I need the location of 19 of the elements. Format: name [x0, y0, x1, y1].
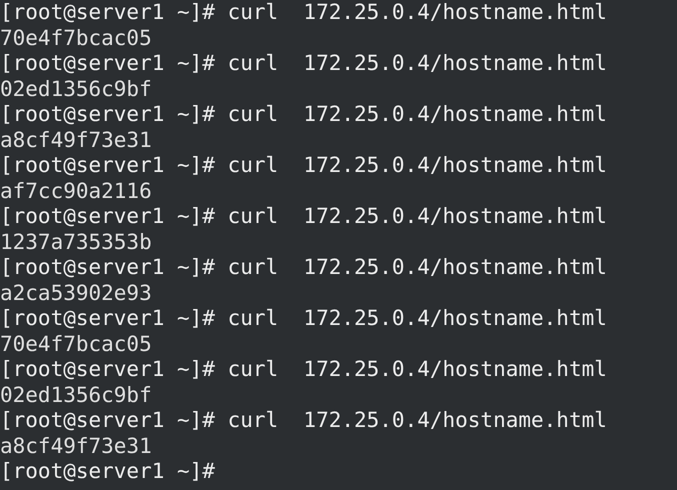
output-line: 02ed1356c9bf [0, 76, 152, 102]
command-line: [root@server1 ~]# curl 172.25.0.4/hostname.html [0, 306, 607, 332]
output-line: a8cf49f73e31 [0, 128, 152, 153]
output-line: af7cc90a2116 [0, 178, 152, 204]
command-line: [root@server1 ~]# curl 172.25.0.4/hostname.html [0, 0, 607, 26]
output-line: a8cf49f73e31 [0, 434, 152, 459]
output-line: 70e4f7bcac05 [0, 26, 152, 51]
command-line: [root@server1 ~]# curl 172.25.0.4/hostname.html [0, 51, 607, 76]
command-line: [root@server1 ~]# curl 172.25.0.4/hostname.html [0, 102, 607, 128]
command-line: [root@server1 ~]# [0, 459, 215, 484]
command-line: [root@server1 ~]# curl 172.25.0.4/hostname.html [0, 153, 607, 178]
output-line: 70e4f7bcac05 [0, 332, 152, 357]
output-line: 02ed1356c9bf [0, 382, 152, 408]
output-line: a2ca53902e93 [0, 280, 152, 306]
command-line: [root@server1 ~]# curl 172.25.0.4/hostname.html [0, 204, 607, 230]
command-line: [root@server1 ~]# curl 172.25.0.4/hostname.html [0, 255, 607, 280]
command-line: [root@server1 ~]# curl 172.25.0.4/hostname.html [0, 357, 607, 382]
output-line: 1237a735353b [0, 230, 152, 255]
command-line: [root@server1 ~]# curl 172.25.0.4/hostname.html [0, 408, 607, 434]
